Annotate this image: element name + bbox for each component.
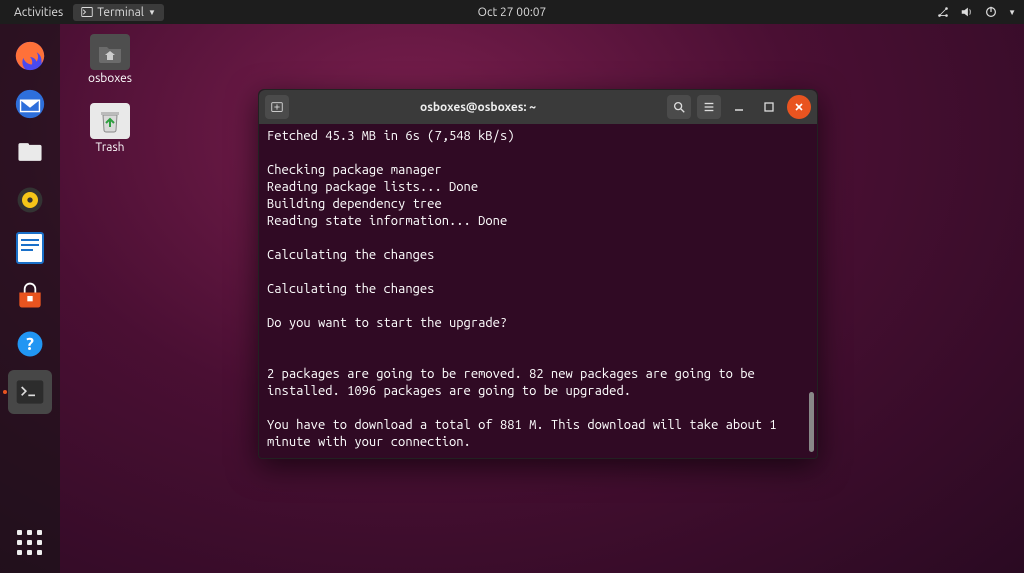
dock-firefox[interactable] [8,34,52,78]
menu-button[interactable] [697,95,721,119]
dock-software[interactable] [8,274,52,318]
chevron-down-icon: ▼ [148,8,156,17]
firefox-icon [13,39,47,73]
top-bar: Activities Terminal ▼ Oct 27 00:07 ▼ [0,0,1024,24]
terminal-line: Building dependency tree [267,196,809,213]
maximize-icon [763,101,775,113]
terminal-line: You have to download a total of 881 M. T… [267,417,809,451]
writer-icon [15,231,45,265]
terminal-line: Calculating the changes [267,247,809,264]
terminal-line [267,230,809,247]
dock-thunderbird[interactable] [8,82,52,126]
search-icon [672,100,686,114]
terminal-line: Reading state information... Done [267,213,809,230]
hamburger-icon [702,100,716,114]
terminal-line [267,451,809,458]
dock-help[interactable]: ? [8,322,52,366]
close-icon [793,101,805,113]
desktop: ? osboxes Trash [0,24,1024,573]
terminal-line [267,145,809,162]
clock[interactable]: Oct 27 00:07 [478,6,547,19]
dock-terminal[interactable] [8,370,52,414]
terminal-line: Calculating the changes [267,281,809,298]
terminal-icon [15,378,45,406]
desktop-trash-label: Trash [95,141,124,154]
help-icon: ? [14,328,46,360]
volume-icon[interactable] [960,5,974,19]
home-folder-icon [90,34,130,70]
thunderbird-icon [13,87,47,121]
app-indicator-label: Terminal [97,6,144,19]
dock-writer[interactable] [8,226,52,270]
desktop-trash[interactable]: Trash [75,103,145,154]
minimize-button[interactable] [727,95,751,119]
terminal-titlebar[interactable]: osboxes@osboxes: ~ [259,90,817,124]
terminal-line: Do you want to start the upgrade? [267,315,809,332]
dock-files[interactable] [8,130,52,174]
show-applications-button[interactable] [8,521,52,565]
maximize-button[interactable] [757,95,781,119]
power-icon[interactable] [984,5,998,19]
terminal-line [267,349,809,366]
terminal-line [267,298,809,315]
terminal-line: Checking package manager [267,162,809,179]
desktop-icons: osboxes Trash [75,34,145,154]
dock: ? [0,24,60,573]
new-tab-button[interactable] [265,95,289,119]
activities-button[interactable]: Activities [8,4,69,21]
terminal-line: Fetched 45.3 MB in 6s (7,548 kB/s) [267,128,809,145]
svg-text:?: ? [26,334,34,354]
desktop-home-folder[interactable]: osboxes [75,34,145,85]
software-icon [14,280,46,312]
terminal-window: osboxes@osboxes: ~ Fetched 45.3 [258,89,818,459]
terminal-title: osboxes@osboxes: ~ [295,101,661,114]
rhythmbox-icon [14,184,46,216]
terminal-line [267,400,809,417]
network-icon[interactable] [936,5,950,19]
new-tab-icon [270,100,284,114]
close-button[interactable] [787,95,811,119]
terminal-line [267,332,809,349]
search-button[interactable] [667,95,691,119]
minimize-icon [733,101,745,113]
terminal-body[interactable]: Fetched 45.3 MB in 6s (7,548 kB/s) Check… [259,124,817,458]
desktop-home-label: osboxes [88,72,132,85]
dock-rhythmbox[interactable] [8,178,52,222]
trash-icon [90,103,130,139]
terminal-indicator-icon [81,6,93,18]
app-indicator[interactable]: Terminal ▼ [73,4,164,21]
terminal-line: 2 packages are going to be removed. 82 n… [267,366,809,400]
system-menu-chevron-icon[interactable]: ▼ [1008,8,1016,17]
files-icon [14,136,46,168]
scrollbar-thumb[interactable] [809,392,814,452]
terminal-line [267,264,809,281]
terminal-line: Reading package lists... Done [267,179,809,196]
